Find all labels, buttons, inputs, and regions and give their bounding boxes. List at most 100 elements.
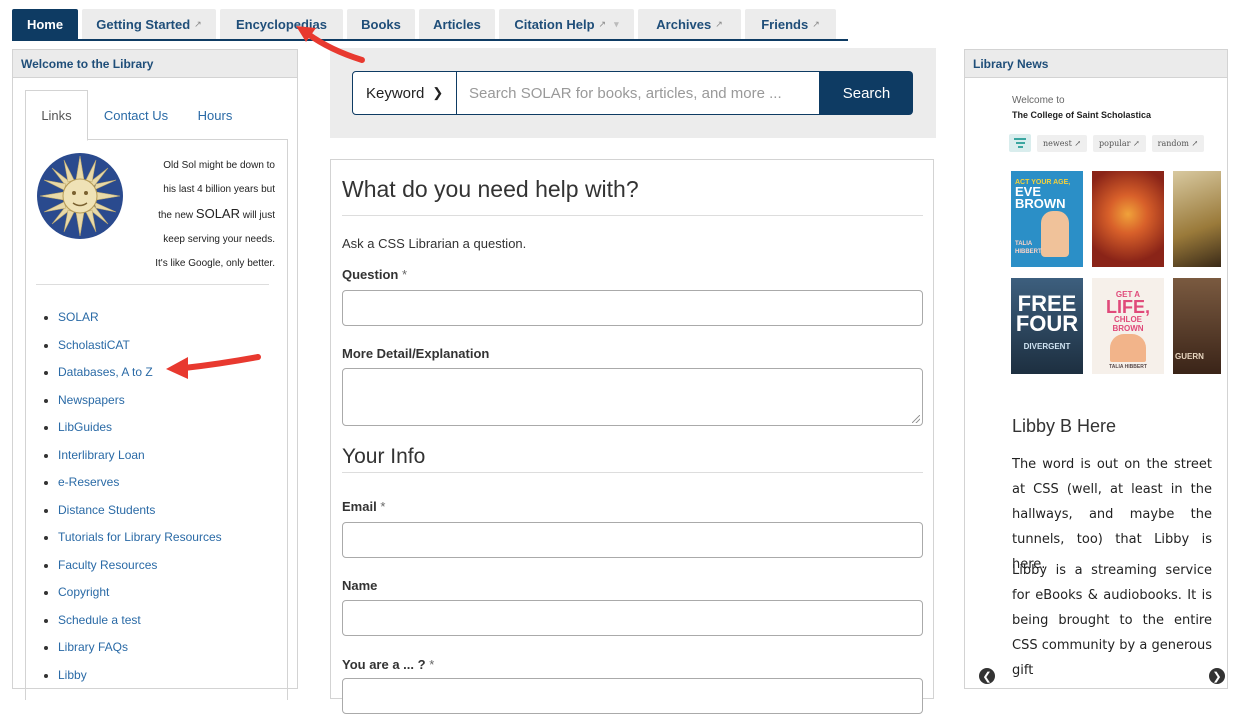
tab-books[interactable]: Books (347, 9, 415, 39)
search-input[interactable]: Search SOLAR for books, articles, and mo… (457, 71, 820, 115)
intro-line: the new SOLAR will just (125, 202, 275, 228)
intro-line: Old Sol might be down to (163, 160, 275, 171)
carousel-prev-icon[interactable]: ❮ (979, 668, 995, 684)
detail-textarea[interactable] (342, 368, 923, 426)
list-item: Faculty Resources (58, 558, 222, 586)
link-library-faqs[interactable]: Library FAQs (58, 640, 128, 654)
external-link-icon: ↗ (715, 18, 723, 29)
carousel-next-icon[interactable]: ❯ (1209, 668, 1225, 684)
link-scholasticat[interactable]: ScholastiCAT (58, 338, 130, 352)
tab-label: Home (26, 16, 64, 32)
tab-label: Books (361, 16, 401, 32)
label-text: You are a ... ? (342, 657, 426, 672)
tab-links[interactable]: Links (25, 90, 88, 141)
link-libby[interactable]: Libby (58, 668, 87, 682)
email-field[interactable] (342, 522, 923, 558)
external-link-icon: ↗ (598, 18, 607, 29)
tab-label: Articles (433, 16, 481, 32)
filter-popular[interactable]: popular ↗ (1093, 134, 1146, 152)
intro-text: Old Sol might be down to his last 4 bill… (125, 154, 275, 276)
book-cover[interactable] (1092, 171, 1164, 267)
main-nav: Home Getting Started ↗ Encyclopedias Book… (12, 9, 840, 39)
ask-librarian-form: What do you need help with? Ask a CSS Li… (330, 159, 934, 714)
list-item: Schedule a test (58, 613, 222, 641)
required-mark: * (401, 267, 408, 282)
tab-home[interactable]: Home (12, 9, 78, 39)
tab-contact-us[interactable]: Contact Us (91, 90, 181, 140)
cover-text: BROWN (1015, 196, 1066, 211)
search-scope-value: Keyword (366, 84, 425, 102)
chevron-down-icon: ▾ (614, 18, 619, 29)
list-item: Databases, A to Z (58, 365, 222, 393)
search-box: Keyword ❯ Search SOLAR for books, article… (330, 48, 936, 138)
filter-random[interactable]: random ↗ (1151, 134, 1205, 152)
link-databases-a-to-z[interactable]: Databases, A to Z (58, 365, 153, 379)
tab-citation-help[interactable]: Citation Help ↗ ▾ (499, 9, 634, 39)
tab-label: Hours (197, 107, 233, 123)
link-newspapers[interactable]: Newspapers (58, 393, 125, 407)
link-schedule-a-test[interactable]: Schedule a test (58, 613, 141, 627)
nav-underline (12, 39, 848, 41)
links-tab-content: Old Sol might be down to his last 4 bill… (25, 140, 288, 700)
link-faculty-resources[interactable]: Faculty Resources (58, 558, 157, 572)
book-cover[interactable]: ACT YOUR AGE, EVE BROWN TALIA HIBBERT (1011, 171, 1083, 267)
resize-handle[interactable] (912, 415, 920, 423)
cover-text: DIVERGENT (1023, 342, 1071, 351)
required-mark: * (380, 499, 386, 514)
list-item: SOLAR (58, 310, 222, 338)
role-label: You are a ... ? * (342, 657, 434, 672)
question-label: Question * (342, 267, 407, 282)
library-news-panel: Library News Welcome to The College of S… (964, 49, 1228, 689)
divider (342, 215, 923, 216)
tab-articles[interactable]: Articles (419, 9, 495, 39)
book-cover[interactable]: GET A LIFE, CHLOE BROWN TALIA HIBBERT (1092, 278, 1164, 374)
tab-label: Getting Started (96, 16, 191, 32)
list-item: ScholastiCAT (58, 338, 222, 366)
link-e-reserves[interactable]: e-Reserves (58, 475, 119, 489)
question-field[interactable] (342, 290, 923, 326)
label-text: Email (342, 499, 377, 514)
cover-text: FREE (1017, 291, 1077, 316)
book-cover[interactable]: FREE FOUR DIVERGENT (1011, 278, 1083, 374)
filter-newest[interactable]: newest ↗ (1037, 134, 1088, 152)
cover-text: BROWN (1112, 324, 1144, 333)
intro-text-fragment: will just (239, 210, 275, 221)
required-mark: * (429, 657, 435, 672)
name-label: Name (342, 578, 378, 593)
tab-getting-started[interactable]: Getting Started ↗ (82, 9, 216, 39)
list-item: Interlibrary Loan (58, 448, 222, 476)
form-title: What do you need help with? (342, 176, 639, 202)
tab-friends[interactable]: Friends ↗ (745, 9, 836, 39)
name-field[interactable] (342, 600, 923, 636)
cover-text: LIFE, (1106, 297, 1150, 317)
filter-icon[interactable] (1009, 134, 1031, 152)
quick-links-list: SOLAR ScholastiCAT Databases, A to Z New… (36, 310, 222, 695)
link-distance-students[interactable]: Distance Students (58, 503, 155, 517)
cover-text: CHLOE (1114, 315, 1142, 324)
list-item: Tutorials for Library Resources (58, 530, 222, 558)
external-link-icon: ↗ (812, 18, 820, 29)
divider (342, 472, 923, 473)
tab-archives[interactable]: Archives ↗ (638, 9, 741, 39)
welcome-tabs: Links Contact Us Hours (25, 90, 288, 141)
cover-text: TALIA (1015, 241, 1033, 247)
tab-hours[interactable]: Hours (185, 90, 245, 140)
news-paragraph: Libby is a streaming service for eBooks … (1012, 563, 1212, 678)
tab-encyclopedias[interactable]: Encyclopedias (220, 9, 343, 39)
intro-line: keep serving your needs. (163, 234, 275, 245)
list-item: Newspapers (58, 393, 222, 421)
link-solar[interactable]: SOLAR (58, 310, 99, 324)
search-scope-select[interactable]: Keyword ❯ (352, 71, 457, 115)
book-cover[interactable] (1173, 171, 1221, 267)
role-select[interactable] (342, 678, 923, 714)
link-libguides[interactable]: LibGuides (58, 420, 112, 434)
search-button[interactable]: Search (820, 71, 913, 115)
link-interlibrary-loan[interactable]: Interlibrary Loan (58, 448, 145, 462)
book-cover[interactable]: GUERN (1173, 278, 1221, 374)
news-filter-bar: newest ↗ popular ↗ random ↗ (1009, 134, 1205, 152)
link-copyright[interactable]: Copyright (58, 585, 109, 599)
link-tutorials[interactable]: Tutorials for Library Resources (58, 530, 222, 544)
sun-logo (37, 153, 123, 239)
welcome-title: Welcome to the Library (13, 50, 297, 78)
form-subtitle: Ask a CSS Librarian a question. (342, 236, 527, 251)
